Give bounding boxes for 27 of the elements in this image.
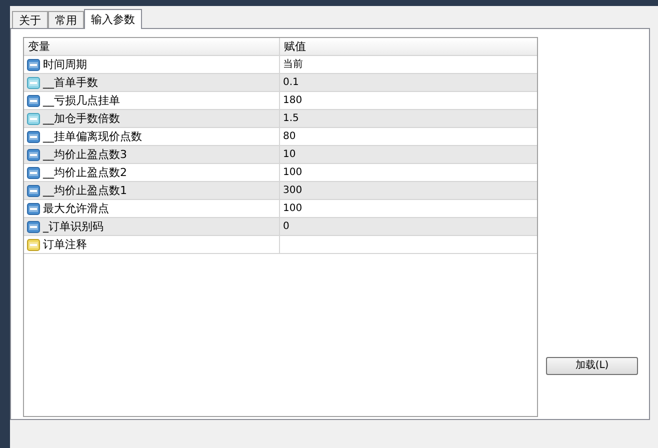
parameter-value[interactable]: 0 xyxy=(283,218,290,235)
parameter-name: _订单识别码 xyxy=(43,219,104,235)
parameter-value[interactable]: 10 xyxy=(283,146,296,163)
tab[interactable]: 关于 xyxy=(12,11,48,28)
parameter-name: 最大允许滑点 xyxy=(43,201,109,217)
parameter-name: 订单注释 xyxy=(43,237,87,253)
parameter-name: 时间周期 xyxy=(43,57,87,73)
parameter-value[interactable]: 180 xyxy=(283,92,302,109)
parameter-name: __均价止盈点数3 xyxy=(43,147,127,163)
parameter-name: __均价止盈点数1 xyxy=(43,183,127,199)
parameter-name: __均价止盈点数2 xyxy=(43,165,127,181)
parameter-value[interactable]: 0.1 xyxy=(283,74,299,91)
column-header[interactable]: 赋值 xyxy=(280,38,537,55)
parameter-value[interactable]: 300 xyxy=(283,182,302,199)
load-button[interactable]: 加载(L) xyxy=(546,357,638,375)
parameter-name: __首单手数 xyxy=(43,75,98,91)
column-header[interactable]: 变量 xyxy=(24,38,280,55)
parameter-value[interactable]: 1.5 xyxy=(283,110,299,127)
parameter-value[interactable]: 80 xyxy=(283,128,296,145)
parameter-name: __亏损几点挂单 xyxy=(43,93,120,109)
parameter-name: __挂单偏离现价点数 xyxy=(43,129,142,145)
parameter-name: __加仓手数倍数 xyxy=(43,111,120,127)
tab[interactable]: 输入参数 xyxy=(84,9,142,29)
parameter-value[interactable]: 当前 xyxy=(283,56,303,73)
parameter-value[interactable]: 100 xyxy=(283,200,302,217)
tab[interactable]: 常用 xyxy=(48,11,84,28)
parameter-value[interactable]: 100 xyxy=(283,164,302,181)
